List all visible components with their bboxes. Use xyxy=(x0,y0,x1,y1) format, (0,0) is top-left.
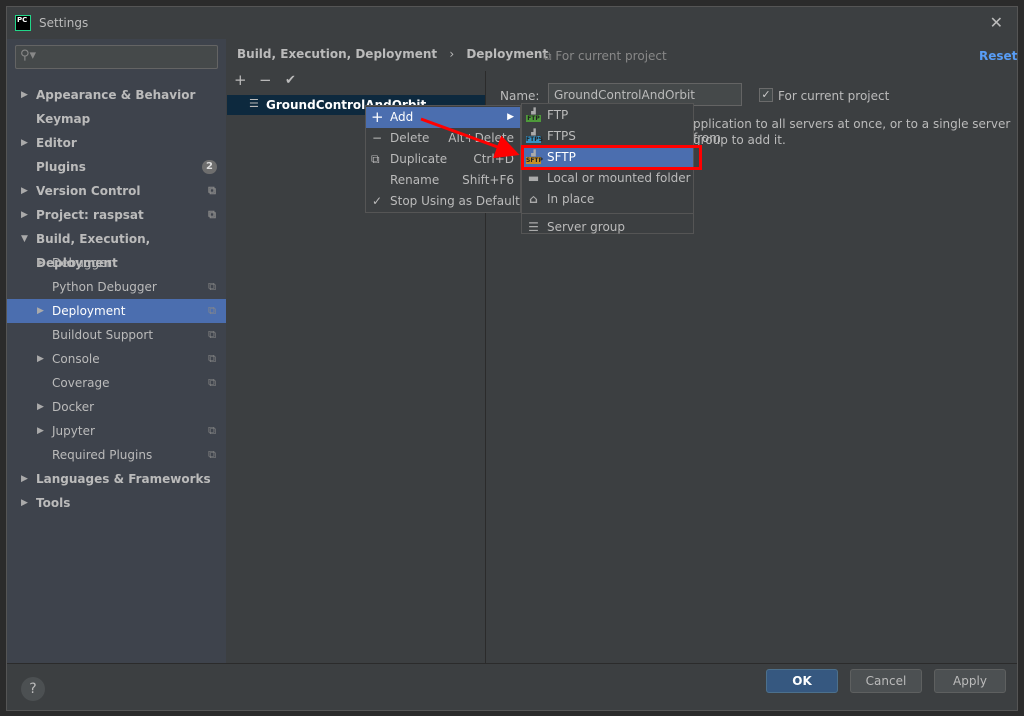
apply-button[interactable]: Apply xyxy=(934,669,1006,693)
ok-button[interactable]: OK xyxy=(766,669,838,693)
settings-dialog: PC Settings ✕ ⚲▾ ▶ Appearance & Behavior K… xyxy=(6,6,1018,711)
annotation-arrow xyxy=(420,117,520,159)
help-button[interactable]: ? xyxy=(21,677,45,701)
cancel-button[interactable]: Cancel xyxy=(850,669,922,693)
footer-divider xyxy=(7,663,1017,664)
